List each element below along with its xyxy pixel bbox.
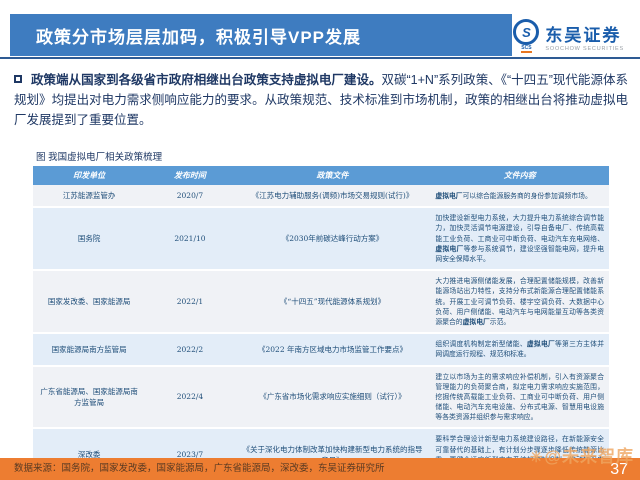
logo-abbr: SCS: [521, 45, 531, 53]
table-header-row: 印发单位 发布时间 政策文件 文件内容: [33, 166, 609, 185]
cell-publish-date: 2021/10: [145, 207, 234, 270]
cell-policy-file: 《“十四五”现代能源体系规划》: [235, 270, 431, 333]
cell-file-content: 虚拟电厂可以综合能源服务商的身份参加调频市场。: [430, 185, 609, 207]
cell-file-content: 加快建设新型电力系统，大力提升电力系统综合调节能力，加快灵活调节电源建设，引导自…: [430, 207, 609, 270]
summary-bold-text: 政策端从国家到各级省市政府相继出台政策支持虚拟电厂建设。: [31, 73, 381, 87]
table-row: 国家能源局南方监管局2022/2《2022 年南方区域电力市场监管工作要点》组织…: [33, 333, 609, 365]
summary-paragraph: 政策端从国家到各级省市政府相继出台政策支持虚拟电厂建设。双碳“1+N”系列政策、…: [14, 70, 628, 130]
soochow-logo-icon: S: [513, 19, 539, 45]
watermark: ✳@未来智库: [530, 442, 634, 467]
cell-file-content: 建立以市场为主的需求响应补偿机制，引入有资源聚合管理能力的负荷聚合商，拟定电力需…: [430, 366, 609, 429]
logo-mark-wrap: S SCS: [513, 19, 539, 53]
watermark-logo-icon: ✳: [530, 449, 544, 466]
logo-name-en: SOOCHOW SECURITIES: [545, 46, 624, 52]
page-title: 政策分市场层层加码，积极引导VPP发展: [10, 14, 512, 56]
col-header-file-content: 文件内容: [430, 166, 609, 185]
cell-issuing-unit: 国务院: [33, 207, 145, 270]
cell-issuing-unit: 国家能源局南方监管局: [33, 333, 145, 365]
cell-policy-file: 《广东省市场化需求响应实施细则（试行）》: [235, 366, 431, 429]
logo-name-cn: 东吴证券: [545, 21, 624, 46]
table-row: 国家发改委、国家能源局2022/1《“十四五”现代能源体系规划》大力推进电源侧储…: [33, 270, 609, 333]
page-title-text: 政策分市场层层加码，积极引导VPP发展: [36, 23, 361, 48]
table-row: 国务院2021/10《2030年前碳达峰行动方案》加快建设新型电力系统，大力提升…: [33, 207, 609, 270]
header-divider: [0, 57, 640, 59]
figure-caption: 图 我国虚拟电厂相关政策梳理: [36, 149, 162, 163]
cell-file-content: 大力推进电源侧储能发展，合理配置储能规模，改善新能源场站出力特性，支持分布式新能…: [430, 270, 609, 333]
cell-policy-file: 《江苏电力辅助服务(调频)市场交易规则(试行)》: [235, 185, 431, 207]
cell-issuing-unit: 江苏能源监管办: [33, 185, 145, 207]
cell-publish-date: 2022/2: [145, 333, 234, 365]
watermark-text: @未来智库: [544, 447, 634, 466]
logo-text: 东吴证券 SOOCHOW SECURITIES: [545, 21, 624, 52]
cell-issuing-unit: 国家发改委、国家能源局: [33, 270, 145, 333]
cell-issuing-unit: 广东省能源局、国家能源局南方监管局: [33, 366, 145, 429]
cell-policy-file: 《2030年前碳达峰行动方案》: [235, 207, 431, 270]
cell-publish-date: 2020/7: [145, 185, 234, 207]
col-header-issuing-unit: 印发单位: [33, 166, 145, 185]
col-header-policy-file: 政策文件: [235, 166, 431, 185]
cell-publish-date: 2022/4: [145, 366, 234, 429]
company-logo: S SCS 东吴证券 SOOCHOW SECURITIES: [513, 19, 624, 53]
cell-publish-date: 2022/1: [145, 270, 234, 333]
col-header-publish-date: 发布时间: [145, 166, 234, 185]
policy-table-body: 江苏能源监管办2020/7《江苏电力辅助服务(调频)市场交易规则(试行)》虚拟电…: [33, 185, 609, 480]
table-row: 江苏能源监管办2020/7《江苏电力辅助服务(调频)市场交易规则(试行)》虚拟电…: [33, 185, 609, 207]
square-bullet-icon: [14, 75, 22, 83]
cell-file-content: 组织调度机构制定新型储能、虚拟电厂等第三方主体并网调度运行规程、规范和标准。: [430, 333, 609, 365]
policy-table: 印发单位 发布时间 政策文件 文件内容 江苏能源监管办2020/7《江苏电力辅助…: [33, 166, 609, 480]
table-row: 广东省能源局、国家能源局南方监管局2022/4《广东省市场化需求响应实施细则（试…: [33, 366, 609, 429]
data-source-text: 数据来源：国务院，国家发改委，国家能源局，广东省能源局，深改委，东吴证券研究所: [14, 458, 385, 480]
cell-policy-file: 《2022 年南方区域电力市场监管工作要点》: [235, 333, 431, 365]
report-slide: 政策分市场层层加码，积极引导VPP发展 S SCS 东吴证券 SOOCHOW S…: [0, 0, 640, 480]
